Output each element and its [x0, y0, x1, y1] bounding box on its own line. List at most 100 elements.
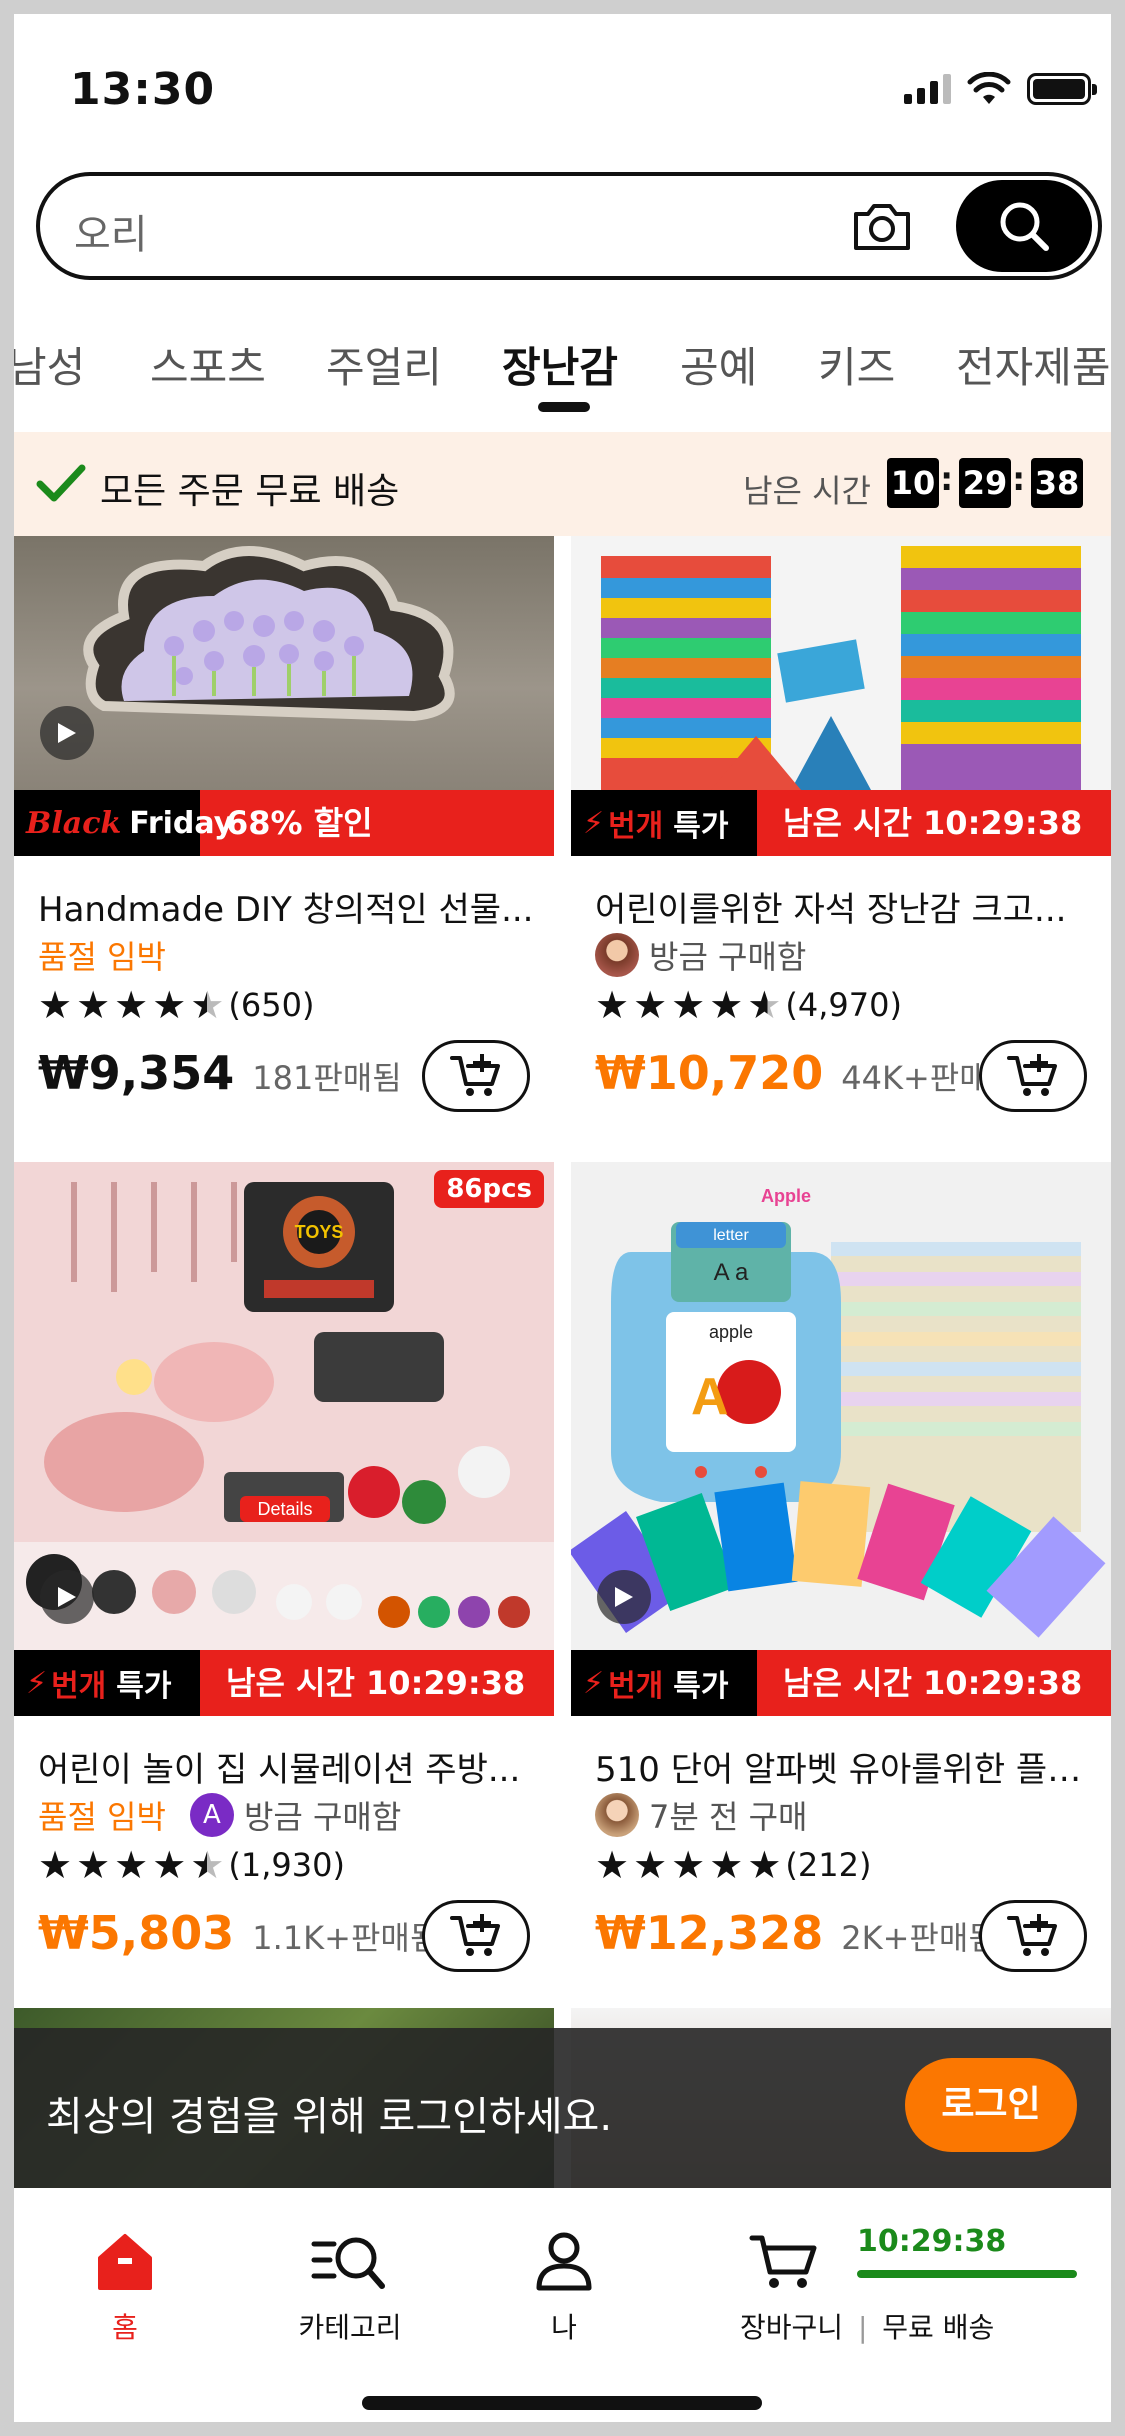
product-title[interactable]: 어린이를위한 자석 장난감 크고... — [595, 882, 1095, 931]
add-to-cart-button[interactable] — [422, 1900, 530, 1972]
product-title[interactable]: 어린이 놀이 집 시뮬레이션 주방... — [38, 1742, 538, 1791]
add-to-cart-icon — [450, 1914, 500, 1956]
svg-text:letter: letter — [713, 1227, 749, 1244]
lightning-icon: ⚡ — [583, 1665, 605, 1701]
tab-sports[interactable]: 스포츠 — [150, 334, 266, 395]
check-icon — [36, 464, 86, 502]
cart-icon — [749, 2235, 817, 2288]
nav-me[interactable]: 나 — [464, 2228, 664, 2346]
search-button[interactable] — [956, 180, 1092, 272]
home-indicator — [362, 2396, 762, 2410]
deal-strip: ⚡ 번개 특가 남은 시간 10:29:38 — [571, 1650, 1111, 1716]
star-icon: ★ — [747, 1843, 782, 1887]
rating-count: (4,970) — [785, 986, 902, 1024]
price-row: ₩9,354 181판매됨 — [38, 1046, 402, 1100]
svg-text:apple: apple — [709, 1322, 753, 1342]
price-row: ₩12,328 2K+판매됨 — [595, 1906, 998, 1960]
cart-timer: 10:29:38 — [857, 2224, 1007, 2259]
play-video-icon[interactable] — [40, 706, 94, 760]
sold-count: 181판매됨 — [252, 1059, 402, 1097]
rating-count: (650) — [228, 986, 315, 1024]
search-icon — [1000, 202, 1049, 251]
tab-jewelry[interactable]: 주얼리 — [326, 334, 442, 395]
rating-count: (212) — [785, 1846, 872, 1884]
wifi-icon — [967, 72, 1011, 104]
product-image[interactable]: TOYS Details 86pcs — [14, 1162, 554, 1650]
category-search-icon — [311, 2237, 385, 2289]
search-input[interactable]: 오리 — [74, 202, 148, 260]
star-icon: ★ — [633, 983, 668, 1027]
pieces-badge: 86pcs — [434, 1170, 544, 1208]
add-to-cart-button[interactable] — [979, 1900, 1087, 1972]
product-card[interactable]: Black Friday 68% 할인 Handmade DIY 창의적인 선물.… — [14, 536, 554, 1112]
recent-purchase-text: 7분 전 구매 — [649, 1798, 808, 1836]
flash-deal-label: ⚡ 번개 특가 — [14, 1650, 200, 1716]
play-video-icon[interactable] — [40, 1570, 94, 1624]
buyer-avatar: A — [189, 1793, 234, 1837]
add-to-cart-button[interactable] — [979, 1040, 1087, 1112]
nav-category[interactable]: 카테고리 — [250, 2228, 450, 2346]
add-to-cart-icon — [450, 1054, 500, 1096]
star-icon: ★ — [38, 983, 73, 1027]
product-card[interactable]: ⚡ 번개 특가 남은 시간 10:29:38 어린이를위한 자석 장난감 크고...… — [571, 536, 1111, 1112]
svg-text:A a: A a — [714, 1259, 749, 1286]
nav-category-label: 카테고리 — [298, 2311, 402, 2344]
product-card[interactable]: TOYS Details 86pcs ⚡ 번개 특가 남은 시간 10:29:3… — [14, 1162, 554, 1972]
login-button[interactable]: 로그인 — [905, 2058, 1077, 2152]
timer-hours: 10 — [887, 458, 939, 508]
star-icon: ★ — [595, 983, 630, 1027]
deal-timer: 남은 시간 10:29:38 — [783, 1664, 1083, 1702]
star-icon: ★ — [152, 983, 187, 1027]
status-icons — [904, 72, 1097, 106]
tab-men[interactable]: 남성 — [14, 334, 85, 395]
product-title[interactable]: 510 단어 알파벳 유아를위한 플래... — [595, 1742, 1095, 1791]
deal-strip: ⚡ 번개 특가 남은 시간 10:29:38 — [571, 790, 1111, 856]
deal-strip: ⚡ 번개 특가 남은 시간 10:29:38 — [14, 1650, 554, 1716]
deal-strip: Black Friday 68% 할인 — [14, 790, 554, 856]
category-tabs: 남성 스포츠 주얼리 장난감 공예 키즈 전자제품 — [14, 314, 1111, 414]
add-to-cart-icon — [1007, 1054, 1057, 1096]
tab-toys[interactable]: 장난감 — [502, 334, 618, 395]
star-icon: ★ — [114, 983, 149, 1027]
login-prompt: 최상의 경험을 위해 로그인하세요. 로그인 — [14, 2028, 1111, 2188]
price: ₩10,720 — [595, 1046, 824, 1100]
price-row: ₩5,803 1.1K+판매됨 — [38, 1906, 439, 1960]
deal-timer: 남은 시간 10:29:38 — [783, 804, 1083, 842]
deal-timer: 남은 시간 10:29:38 — [226, 1664, 526, 1702]
black-friday-label: Black Friday — [14, 790, 233, 856]
svg-text:A: A — [691, 1368, 729, 1426]
star-icon: ★ — [152, 1843, 187, 1887]
tab-crafts[interactable]: 공예 — [680, 334, 757, 395]
camera-icon[interactable] — [850, 198, 914, 254]
search-bar[interactable]: 오리 — [36, 172, 1102, 280]
timer-minutes: 29 — [959, 458, 1011, 508]
star-icon: ★ — [114, 1843, 149, 1887]
half-star-icon: ★ — [190, 1843, 225, 1887]
product-card[interactable]: letter A a apple A Apple ⚡ 번개 특가 남은 시간 1… — [571, 1162, 1111, 1972]
rating-row: ★ ★ ★ ★ ★ (4,970) — [595, 986, 902, 1024]
app-screen: 13:30 오리 남성 스포츠 주얼리 장난감 공예 키즈 전자제품 모든 주문… — [14, 14, 1111, 2422]
product-image[interactable]: letter A a apple A Apple — [571, 1162, 1111, 1650]
play-video-icon[interactable] — [597, 1570, 651, 1624]
flash-deal-label: ⚡ 번개 특가 — [571, 790, 757, 856]
tab-kids[interactable]: 키즈 — [818, 334, 895, 395]
rating-count: (1,930) — [228, 1846, 345, 1884]
price-row: ₩10,720 44K+판매됨 — [595, 1046, 1018, 1100]
home-icon — [98, 2234, 152, 2290]
svg-text:TOYS: TOYS — [295, 1222, 344, 1242]
free-shipping-banner: 모든 주문 무료 배송 남은 시간 10 : 29 : 38 — [14, 432, 1111, 536]
product-image[interactable] — [571, 536, 1111, 790]
user-icon — [536, 2232, 592, 2291]
star-icon: ★ — [38, 1843, 73, 1887]
timer-colon: : — [1012, 460, 1025, 498]
buyer-avatar — [595, 933, 639, 977]
recent-purchase-text: 방금 구매함 — [649, 938, 807, 976]
cart-timer-progress — [857, 2270, 1077, 2278]
tab-electronics[interactable]: 전자제품 — [956, 334, 1111, 395]
star-icon: ★ — [76, 1843, 111, 1887]
nav-home[interactable]: 홈 — [25, 2228, 225, 2346]
product-title[interactable]: Handmade DIY 창의적인 선물... — [38, 882, 538, 931]
product-meta: 품절 임박 A 방금 구매함 — [38, 1792, 401, 1838]
product-image[interactable] — [14, 536, 554, 790]
add-to-cart-button[interactable] — [422, 1040, 530, 1112]
